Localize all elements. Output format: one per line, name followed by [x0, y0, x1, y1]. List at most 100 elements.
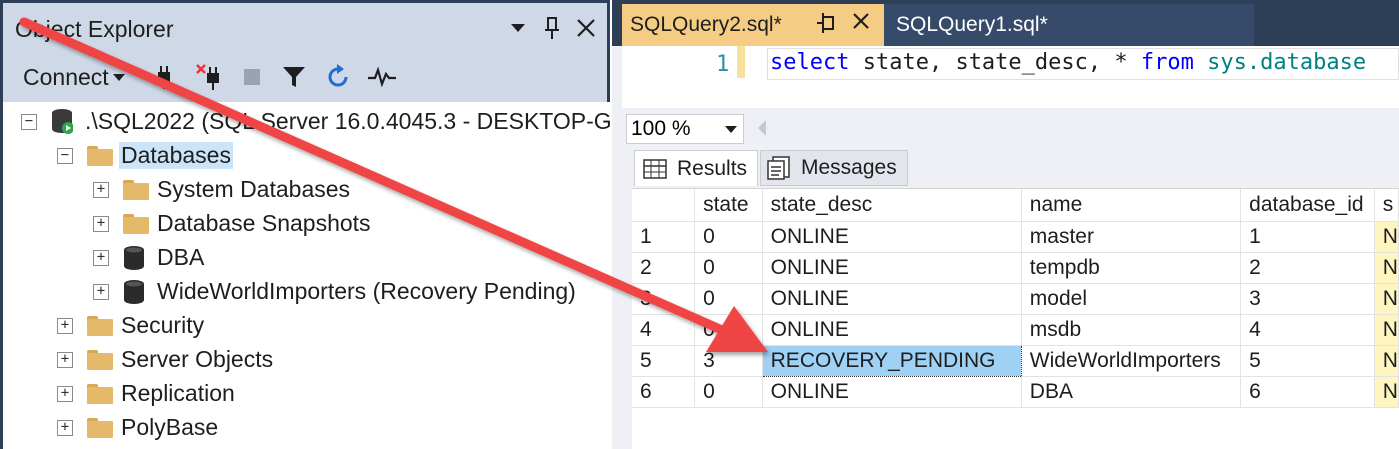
table-row[interactable]: 5 3 RECOVERY_PENDING WideWorldImporters …	[632, 344, 1399, 377]
results-tabbar: Results Messages	[622, 148, 1399, 186]
cell-state[interactable]: 0	[694, 221, 763, 253]
sql-editor[interactable]: 1 select state, state_desc, * from sys.d…	[622, 46, 1399, 108]
cell-extra[interactable]: N	[1374, 283, 1399, 315]
cell-extra[interactable]: N	[1374, 376, 1399, 408]
cell-state[interactable]: 3	[694, 345, 763, 377]
cell-database-id[interactable]: 1	[1240, 221, 1375, 253]
database-icon	[124, 280, 144, 304]
expand-icon[interactable]: +	[57, 318, 73, 334]
tree-node-databases[interactable]: − Databases	[3, 140, 610, 172]
scroll-left-icon[interactable]	[758, 120, 766, 136]
row-number-header	[632, 189, 696, 222]
folder-icon	[87, 384, 113, 404]
cell-state[interactable]: 0	[694, 376, 763, 408]
tree-node-security[interactable]: + Security	[3, 310, 610, 342]
row-number[interactable]: 1	[632, 221, 696, 253]
sql-keyword-from: from	[1140, 50, 1194, 75]
cell-state-desc[interactable]: ONLINE	[762, 252, 1022, 284]
tab-sqlquery1[interactable]: SQLQuery1.sql*	[884, 4, 1254, 46]
expand-icon[interactable]: +	[57, 352, 73, 368]
cell-state-desc[interactable]: ONLINE	[762, 221, 1022, 253]
cell-database-id[interactable]: 4	[1240, 314, 1375, 346]
tree-node-wideworldimporters[interactable]: + WideWorldImporters (Recovery Pending)	[3, 276, 610, 308]
tree-node-polybase[interactable]: + PolyBase	[3, 412, 610, 444]
expand-icon[interactable]: +	[93, 250, 109, 266]
column-header[interactable]: s	[1374, 189, 1399, 222]
cell-name[interactable]: msdb	[1021, 314, 1242, 346]
row-number[interactable]: 4	[632, 314, 696, 346]
row-number[interactable]: 2	[632, 252, 696, 284]
row-number[interactable]: 6	[632, 376, 696, 408]
line-number: 1	[716, 52, 730, 77]
collapse-icon[interactable]: −	[57, 148, 73, 164]
cell-state[interactable]: 0	[694, 252, 763, 284]
folder-icon	[87, 350, 113, 370]
window-position-dropdown-icon[interactable]	[503, 13, 533, 43]
tab-results[interactable]: Results	[634, 150, 758, 186]
connect-plug-icon[interactable]	[149, 62, 179, 92]
filter-icon[interactable]	[279, 62, 309, 92]
cell-name[interactable]: WideWorldImporters	[1021, 345, 1242, 377]
cell-extra[interactable]: N	[1374, 221, 1399, 253]
cell-database-id[interactable]: 2	[1240, 252, 1375, 284]
cell-state-desc-selected[interactable]: RECOVERY_PENDING	[761, 344, 1022, 377]
expand-icon[interactable]: +	[57, 386, 73, 402]
tree-node-system-databases[interactable]: + System Databases	[3, 174, 610, 206]
cell-database-id[interactable]: 5	[1240, 345, 1375, 377]
cell-extra[interactable]: N	[1374, 314, 1399, 346]
collapse-icon[interactable]: −	[21, 114, 37, 130]
cell-state-desc[interactable]: ONLINE	[762, 376, 1022, 408]
table-row[interactable]: 4 0 ONLINE msdb 4 N	[632, 314, 1399, 346]
column-header[interactable]: state	[694, 189, 763, 222]
sql-keyword-select: select	[770, 50, 850, 75]
tab-sqlquery2[interactable]: SQLQuery2.sql*	[622, 4, 884, 46]
table-row[interactable]: 1 0 ONLINE master 1 N	[632, 221, 1399, 253]
pin-icon[interactable]	[816, 12, 836, 40]
cell-state[interactable]: 0	[694, 314, 763, 346]
cell-name[interactable]: master	[1021, 221, 1242, 253]
tab-messages[interactable]: Messages	[760, 150, 908, 186]
row-number[interactable]: 5	[632, 345, 696, 377]
disconnect-icon[interactable]	[195, 62, 225, 92]
close-icon[interactable]	[852, 12, 870, 36]
cell-name[interactable]: DBA	[1021, 376, 1242, 408]
expand-icon[interactable]: +	[57, 420, 73, 436]
connect-button[interactable]: Connect	[23, 64, 125, 91]
column-header[interactable]: database_id	[1240, 189, 1375, 222]
close-icon[interactable]	[571, 13, 601, 43]
table-row[interactable]: 3 0 ONLINE model 3 N	[632, 283, 1399, 315]
database-icon	[124, 246, 144, 270]
column-header[interactable]: name	[1021, 189, 1242, 222]
tree-node-replication[interactable]: + Replication	[3, 378, 610, 410]
tree-node-server[interactable]: − .\SQL2022 (SQL Server 16.0.4045.3 - DE…	[3, 106, 625, 138]
expand-icon[interactable]: +	[93, 284, 109, 300]
cell-state-desc[interactable]: ONLINE	[762, 314, 1022, 346]
zoom-dropdown[interactable]: 100 %	[626, 114, 744, 144]
stop-icon[interactable]	[237, 62, 267, 92]
row-number[interactable]: 3	[632, 283, 696, 315]
cell-state-desc[interactable]: ONLINE	[762, 283, 1022, 315]
table-row[interactable]: 2 0 ONLINE tempdb 2 N	[632, 252, 1399, 284]
cell-database-id[interactable]: 3	[1240, 283, 1375, 315]
table-row[interactable]: 6 0 ONLINE DBA 6 N	[632, 376, 1399, 408]
tree-node-database-snapshots[interactable]: + Database Snapshots	[3, 208, 610, 240]
cell-extra[interactable]: N	[1374, 345, 1399, 377]
folder-icon	[123, 180, 149, 200]
cell-database-id[interactable]: 6	[1240, 376, 1375, 408]
ssms-window: Object Explorer Connect − .\SQL2022 (SQL…	[0, 0, 1399, 449]
pin-icon[interactable]	[537, 13, 567, 43]
zoom-bar: 100 %	[622, 108, 1399, 148]
tree-node-server-objects[interactable]: + Server Objects	[3, 344, 610, 376]
cell-name[interactable]: model	[1021, 283, 1242, 315]
expand-icon[interactable]: +	[93, 216, 109, 232]
query-window: SQLQuery2.sql* SQLQuery1.sql* 1 select s…	[612, 0, 1399, 449]
expand-icon[interactable]: +	[93, 182, 109, 198]
cell-name[interactable]: tempdb	[1021, 252, 1242, 284]
refresh-icon[interactable]	[323, 62, 353, 92]
cell-state[interactable]: 0	[694, 283, 763, 315]
activity-monitor-icon[interactable]	[367, 62, 397, 92]
tree-node-dba[interactable]: + DBA	[3, 242, 610, 274]
cell-extra[interactable]: N	[1374, 252, 1399, 284]
dba-label: DBA	[157, 244, 205, 270]
column-header[interactable]: state_desc	[762, 189, 1022, 222]
